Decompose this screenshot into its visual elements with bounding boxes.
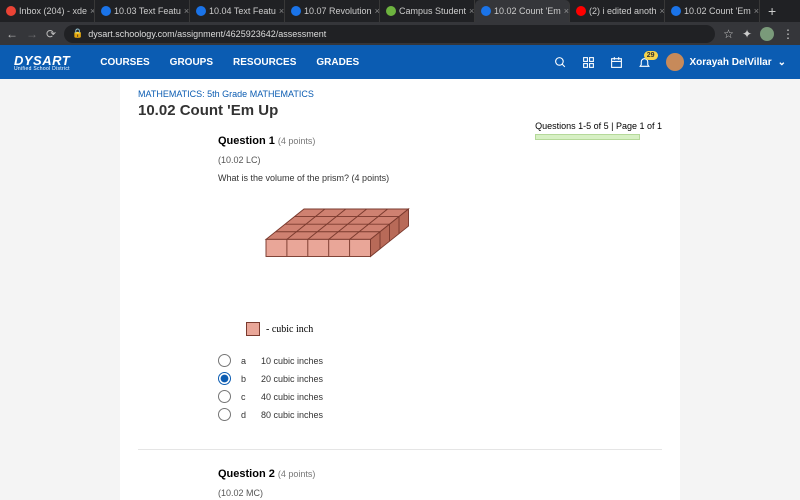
answer-option[interactable]: b 20 cubic inches [218, 372, 642, 385]
browser-tab[interactable]: (2) i edited anoth× [570, 0, 665, 22]
question-2-code: (10.02 MC) [218, 488, 642, 498]
forward-icon[interactable]: → [26, 27, 38, 41]
browser-tab[interactable]: 10.07 Revolution× [285, 0, 380, 22]
close-tab-icon[interactable]: × [184, 6, 189, 16]
close-tab-icon[interactable]: × [754, 6, 759, 16]
back-icon[interactable]: ← [6, 27, 18, 41]
tab-label: 10.07 Revolution [304, 6, 372, 16]
user-menu[interactable]: Xorayah DelVillar ⌄ [666, 53, 786, 71]
answer-option[interactable]: c 40 cubic inches [218, 390, 642, 403]
notifications-icon[interactable]: 29 [638, 55, 652, 69]
option-text: 80 cubic inches [261, 410, 323, 420]
nav-resources[interactable]: RESOURCES [233, 57, 296, 68]
radio-input[interactable] [218, 408, 231, 421]
favicon [481, 6, 491, 16]
option-text: 40 cubic inches [261, 392, 323, 402]
browser-tab[interactable]: 10.04 Text Featu× [190, 0, 285, 22]
question-divider [138, 449, 662, 450]
tab-label: 10.04 Text Featu [209, 6, 276, 16]
logo[interactable]: DYSART Unified School District [14, 53, 100, 72]
new-tab-button[interactable]: + [760, 3, 784, 19]
search-icon[interactable] [554, 55, 568, 69]
tab-strip: Inbox (204) - xde×10.03 Text Featu×10.04… [0, 0, 800, 22]
close-tab-icon[interactable]: × [564, 6, 569, 16]
favicon [101, 6, 111, 16]
user-name: Xorayah DelVillar [690, 57, 772, 68]
question-1-options: a 10 cubic inches b 20 cubic inches c 40 cubi… [218, 354, 642, 421]
answer-option[interactable]: d 80 cubic inches [218, 408, 642, 421]
address-row: ← → ⟳ 🔒 dysart.schoology.com/assignment/… [0, 22, 800, 45]
favicon [671, 6, 681, 16]
star-icon[interactable]: ☆ [723, 27, 734, 41]
page-scroll[interactable]: MATHEMATICS: 5th Grade MATHEMATICS 10.02… [0, 79, 800, 500]
close-tab-icon[interactable]: × [279, 6, 284, 16]
tab-label: 10.02 Count 'Em [494, 6, 561, 16]
close-tab-icon[interactable]: × [469, 6, 474, 16]
browser-tab[interactable]: 10.02 Count 'Em× [665, 0, 760, 22]
prism-legend: - cubic inch [246, 322, 642, 336]
assessment-sheet: MATHEMATICS: 5th Grade MATHEMATICS 10.02… [120, 79, 680, 500]
chevron-down-icon: ⌄ [778, 57, 786, 68]
tab-label: Campus Student [399, 6, 466, 16]
main-nav: COURSES GROUPS RESOURCES GRADES [100, 57, 359, 68]
site-header: DYSART Unified School District COURSES G… [0, 45, 800, 79]
question-2-title: Question 2 (4 points) [218, 468, 642, 480]
radio-input[interactable] [218, 390, 231, 403]
url-text: dysart.schoology.com/assignment/46259236… [88, 29, 326, 39]
url-bar[interactable]: 🔒 dysart.schoology.com/assignment/462592… [64, 25, 715, 43]
browser-tab[interactable]: Campus Student× [380, 0, 475, 22]
favicon [576, 6, 586, 16]
tab-label: (2) i edited anoth [589, 6, 657, 16]
favicon [196, 6, 206, 16]
kebab-icon[interactable]: ⋮ [782, 27, 794, 41]
radio-input[interactable] [218, 372, 231, 385]
option-letter: b [241, 374, 251, 384]
question-1: Question 1 (4 points) (10.02 LC) What is… [218, 135, 642, 421]
progress-bar [535, 134, 640, 140]
question-2: Question 2 (4 points) (10.02 MC) Which b… [218, 468, 642, 500]
browser-tab[interactable]: Inbox (204) - xde× [0, 0, 95, 22]
tab-label: 10.03 Text Featu [114, 6, 181, 16]
lock-icon: 🔒 [72, 28, 83, 39]
tab-label: Inbox (204) - xde [19, 6, 87, 16]
favicon [291, 6, 301, 16]
option-letter: c [241, 392, 251, 402]
answer-option[interactable]: a 10 cubic inches [218, 354, 642, 367]
nav-courses[interactable]: COURSES [100, 57, 149, 68]
question-1-code: (10.02 LC) [218, 155, 642, 165]
option-letter: d [241, 410, 251, 420]
nav-groups[interactable]: GROUPS [170, 57, 213, 68]
notif-badge: 29 [644, 51, 658, 60]
radio-input[interactable] [218, 354, 231, 367]
favicon [386, 6, 396, 16]
question-1-text: What is the volume of the prism? (4 poin… [218, 173, 642, 183]
cube-icon [246, 322, 260, 336]
profile-avatar-icon[interactable] [760, 27, 774, 41]
browser-chrome: Inbox (204) - xde×10.03 Text Featu×10.04… [0, 0, 800, 45]
option-text: 10 cubic inches [261, 356, 323, 366]
favicon [6, 6, 16, 16]
extensions-icon[interactable]: ✦ [742, 27, 752, 41]
nav-grades[interactable]: GRADES [316, 57, 359, 68]
option-text: 20 cubic inches [261, 374, 323, 384]
progress-label: Questions 1-5 of 5 | Page 1 of 1 [535, 121, 662, 131]
tab-label: 10.02 Count 'Em [684, 6, 751, 16]
page-title: 10.02 Count 'Em Up [138, 102, 662, 119]
option-letter: a [241, 356, 251, 366]
calendar-icon[interactable] [610, 55, 624, 69]
apps-icon[interactable] [582, 55, 596, 69]
browser-tab[interactable]: 10.02 Count 'Em× [475, 0, 570, 22]
breadcrumb[interactable]: MATHEMATICS: 5th Grade MATHEMATICS [138, 89, 662, 99]
prism-image [228, 201, 418, 311]
avatar [666, 53, 684, 71]
reload-icon[interactable]: ⟳ [46, 27, 56, 41]
progress: Questions 1-5 of 5 | Page 1 of 1 [535, 121, 662, 140]
browser-tab[interactable]: 10.03 Text Featu× [95, 0, 190, 22]
